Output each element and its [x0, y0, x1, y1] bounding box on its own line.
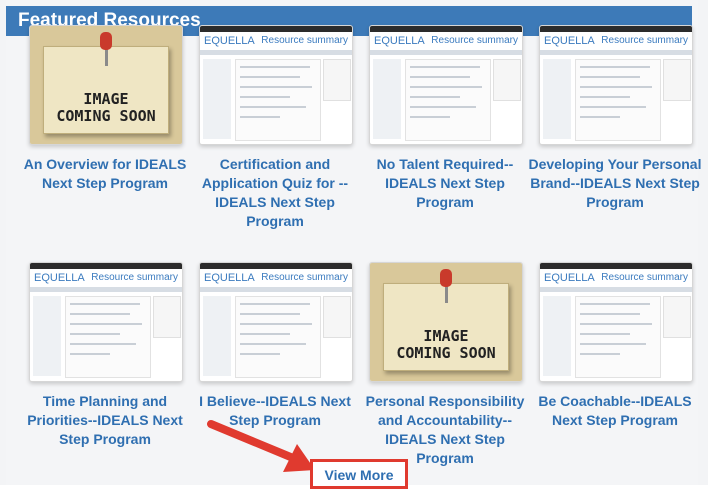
equella-logo: EQUELLA [544, 35, 595, 47]
resource-thumbnail[interactable]: IMAGE COMING SOON [29, 25, 183, 145]
equella-page-title: Resource summary [261, 35, 348, 46]
resource-thumbnail[interactable]: EQUELLA Resource summary [29, 262, 183, 382]
equella-logo: EQUELLA [204, 272, 255, 284]
pushpin-icon [100, 32, 112, 50]
resource-title-link[interactable]: No Talent Required--IDEALS Next Step Pro… [355, 155, 535, 212]
equella-page-title: Resource summary [91, 272, 178, 283]
resource-thumbnail[interactable]: EQUELLA Resource summary [539, 25, 693, 145]
placeholder-line1: IMAGE [83, 90, 129, 108]
resource-title-link[interactable]: Be Coachable--IDEALS Next Step Program [525, 392, 705, 430]
resource-thumbnail[interactable]: IMAGE COMING SOON [369, 262, 523, 382]
annotation-arrow-icon [207, 420, 315, 472]
equella-logo: EQUELLA [374, 35, 425, 47]
equella-page-title: Resource summary [601, 35, 688, 46]
equella-logo: EQUELLA [204, 35, 255, 47]
resource-title-link[interactable]: Developing Your Personal Brand--IDEALS N… [525, 155, 705, 212]
resource-title-link[interactable]: Certification and Application Quiz for -… [185, 155, 365, 231]
equella-page-title: Resource summary [261, 272, 348, 283]
resource-thumbnail[interactable]: EQUELLA Resource summary [369, 25, 523, 145]
pin-icon [105, 48, 108, 66]
placeholder-line1: IMAGE [423, 327, 469, 345]
equella-page-title: Resource summary [431, 35, 518, 46]
equella-logo: EQUELLA [34, 272, 85, 284]
placeholder-line2: COMING SOON [56, 107, 156, 125]
resource-thumbnail[interactable]: EQUELLA Resource summary [199, 25, 353, 145]
view-more-label: View More [324, 467, 394, 483]
resource-title-link[interactable]: An Overview for IDEALS Next Step Program [15, 155, 195, 193]
resource-thumbnail[interactable]: EQUELLA Resource summary [199, 262, 353, 382]
placeholder-line2: COMING SOON [396, 344, 496, 362]
pin-icon [445, 285, 448, 303]
resource-title-link[interactable]: Personal Responsibility and Accountabili… [355, 392, 535, 468]
equella-logo: EQUELLA [544, 272, 595, 284]
resource-title-link[interactable]: Time Planning and Priorities--IDEALS Nex… [15, 392, 195, 449]
resource-thumbnail[interactable]: EQUELLA Resource summary [539, 262, 693, 382]
pushpin-icon [440, 269, 452, 287]
equella-page-title: Resource summary [601, 272, 688, 283]
